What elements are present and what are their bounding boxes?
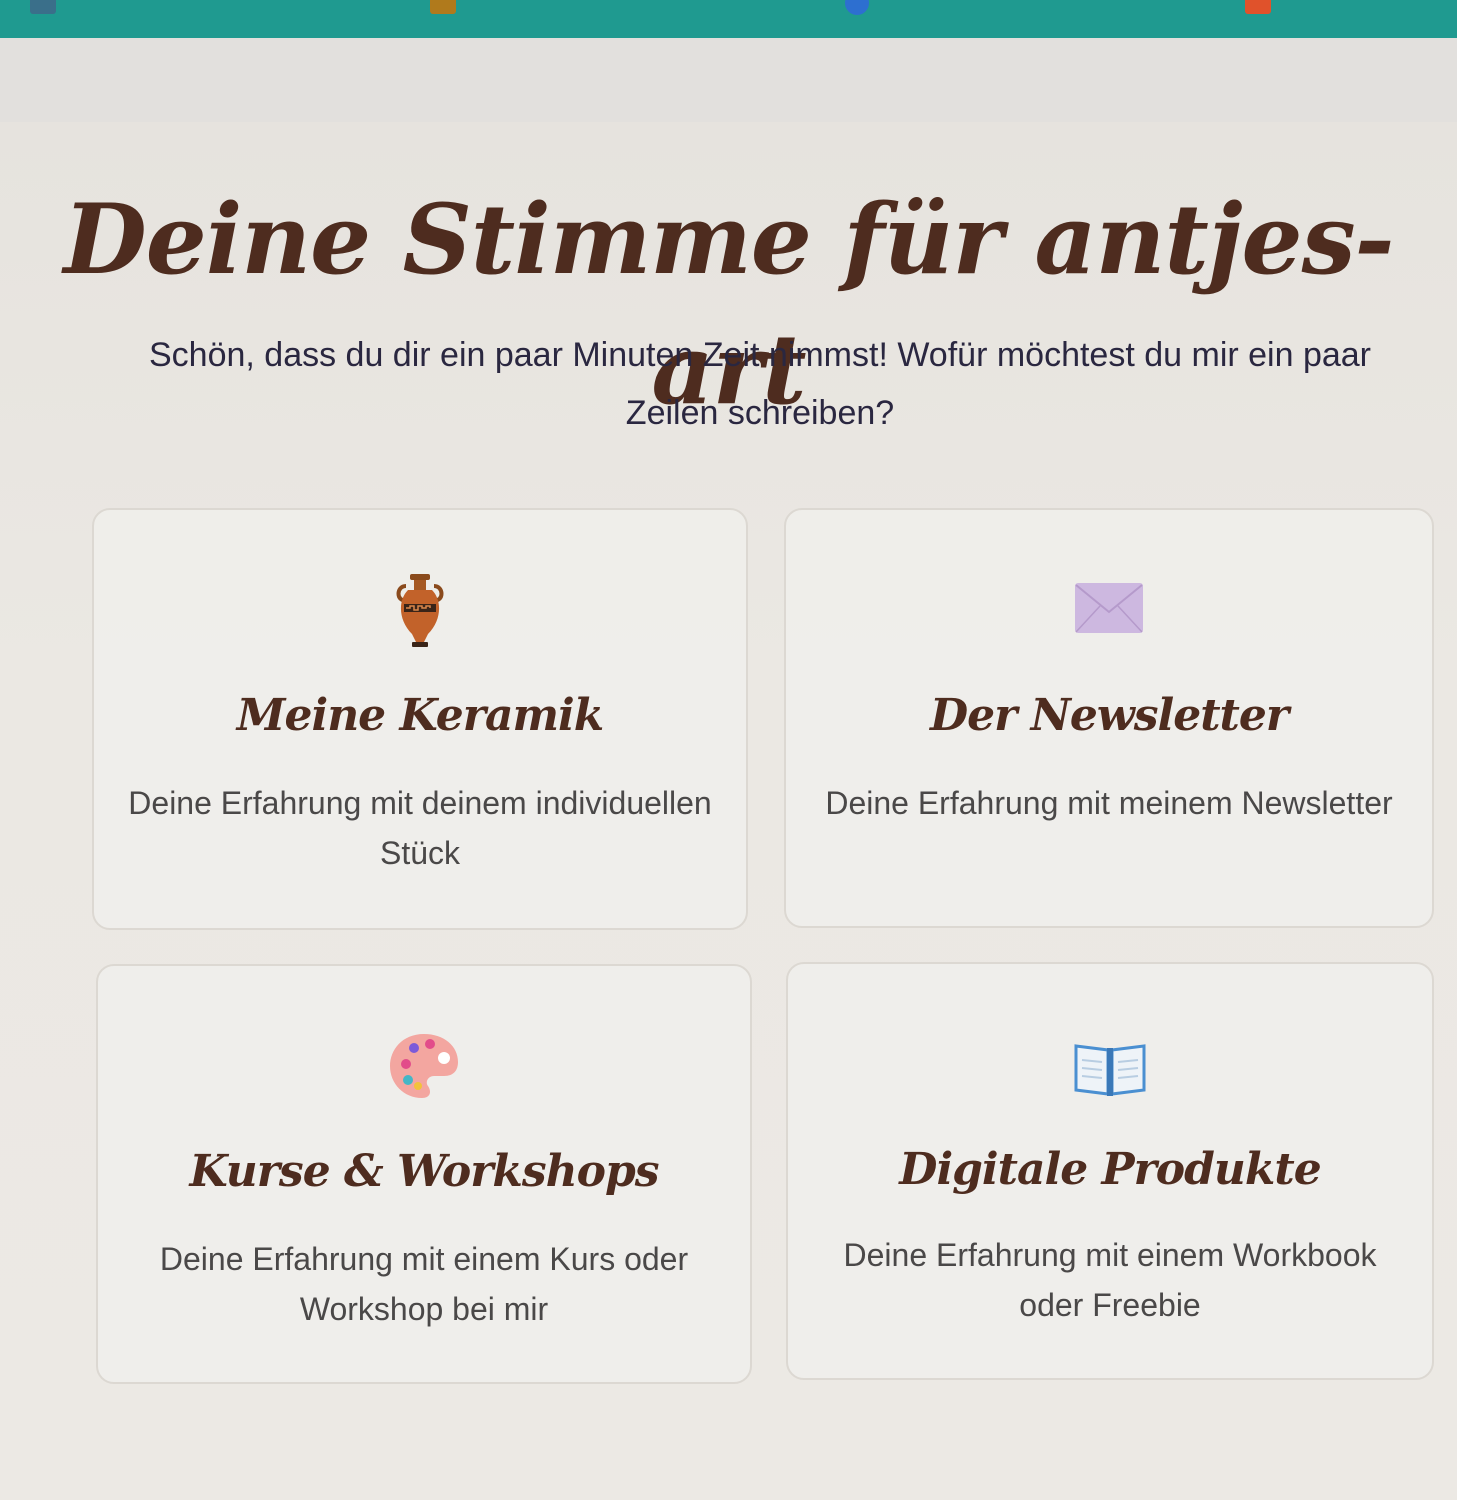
bookmark-icon [430,0,456,14]
card-description: Deine Erfahrung mit einem Workbook oder … [843,1237,1377,1323]
card-description: Deine Erfahrung mit meinem Newsletter [825,785,1393,821]
bookmark-icon [1245,0,1271,14]
palette-icon [390,1034,458,1098]
card-digital-products[interactable]: Digitale Produkte Deine Erfahrung mit ei… [786,962,1434,1380]
page-top-strip [0,38,1457,122]
envelope-icon [1075,583,1143,633]
bookmark-item[interactable] [430,0,456,18]
card-newsletter[interactable]: Der Newsletter Deine Erfahrung mit meine… [784,508,1434,928]
amphora-icon [396,574,444,647]
card-title: Digitale Produkte [899,1144,1321,1195]
bookmark-item[interactable] [1245,0,1271,18]
bookmark-icon [30,0,56,14]
page-intro-text: Schön, dass du dir ein paar Minuten Zeit… [148,336,1372,432]
bookmark-item[interactable] [845,0,869,18]
card-title: Der Newsletter [929,690,1289,741]
card-title: Meine Keramik [236,690,604,741]
bookmark-item[interactable] [30,0,56,18]
card-description: Deine Erfahrung mit einem Kurs oder Work… [159,1241,689,1327]
card-title: Kurse & Workshops [189,1146,659,1197]
open-book-icon [1074,1044,1146,1096]
card-courses-workshops[interactable]: Kurse & Workshops Deine Erfahrung mit ei… [96,964,752,1384]
card-ceramics[interactable]: Meine Keramik Deine Erfahrung mit deinem… [92,508,748,930]
bookmark-icon [845,0,869,15]
browser-bookmarks-bar [0,0,1457,38]
card-description: Deine Erfahrung mit deinem individuellen… [128,785,712,871]
